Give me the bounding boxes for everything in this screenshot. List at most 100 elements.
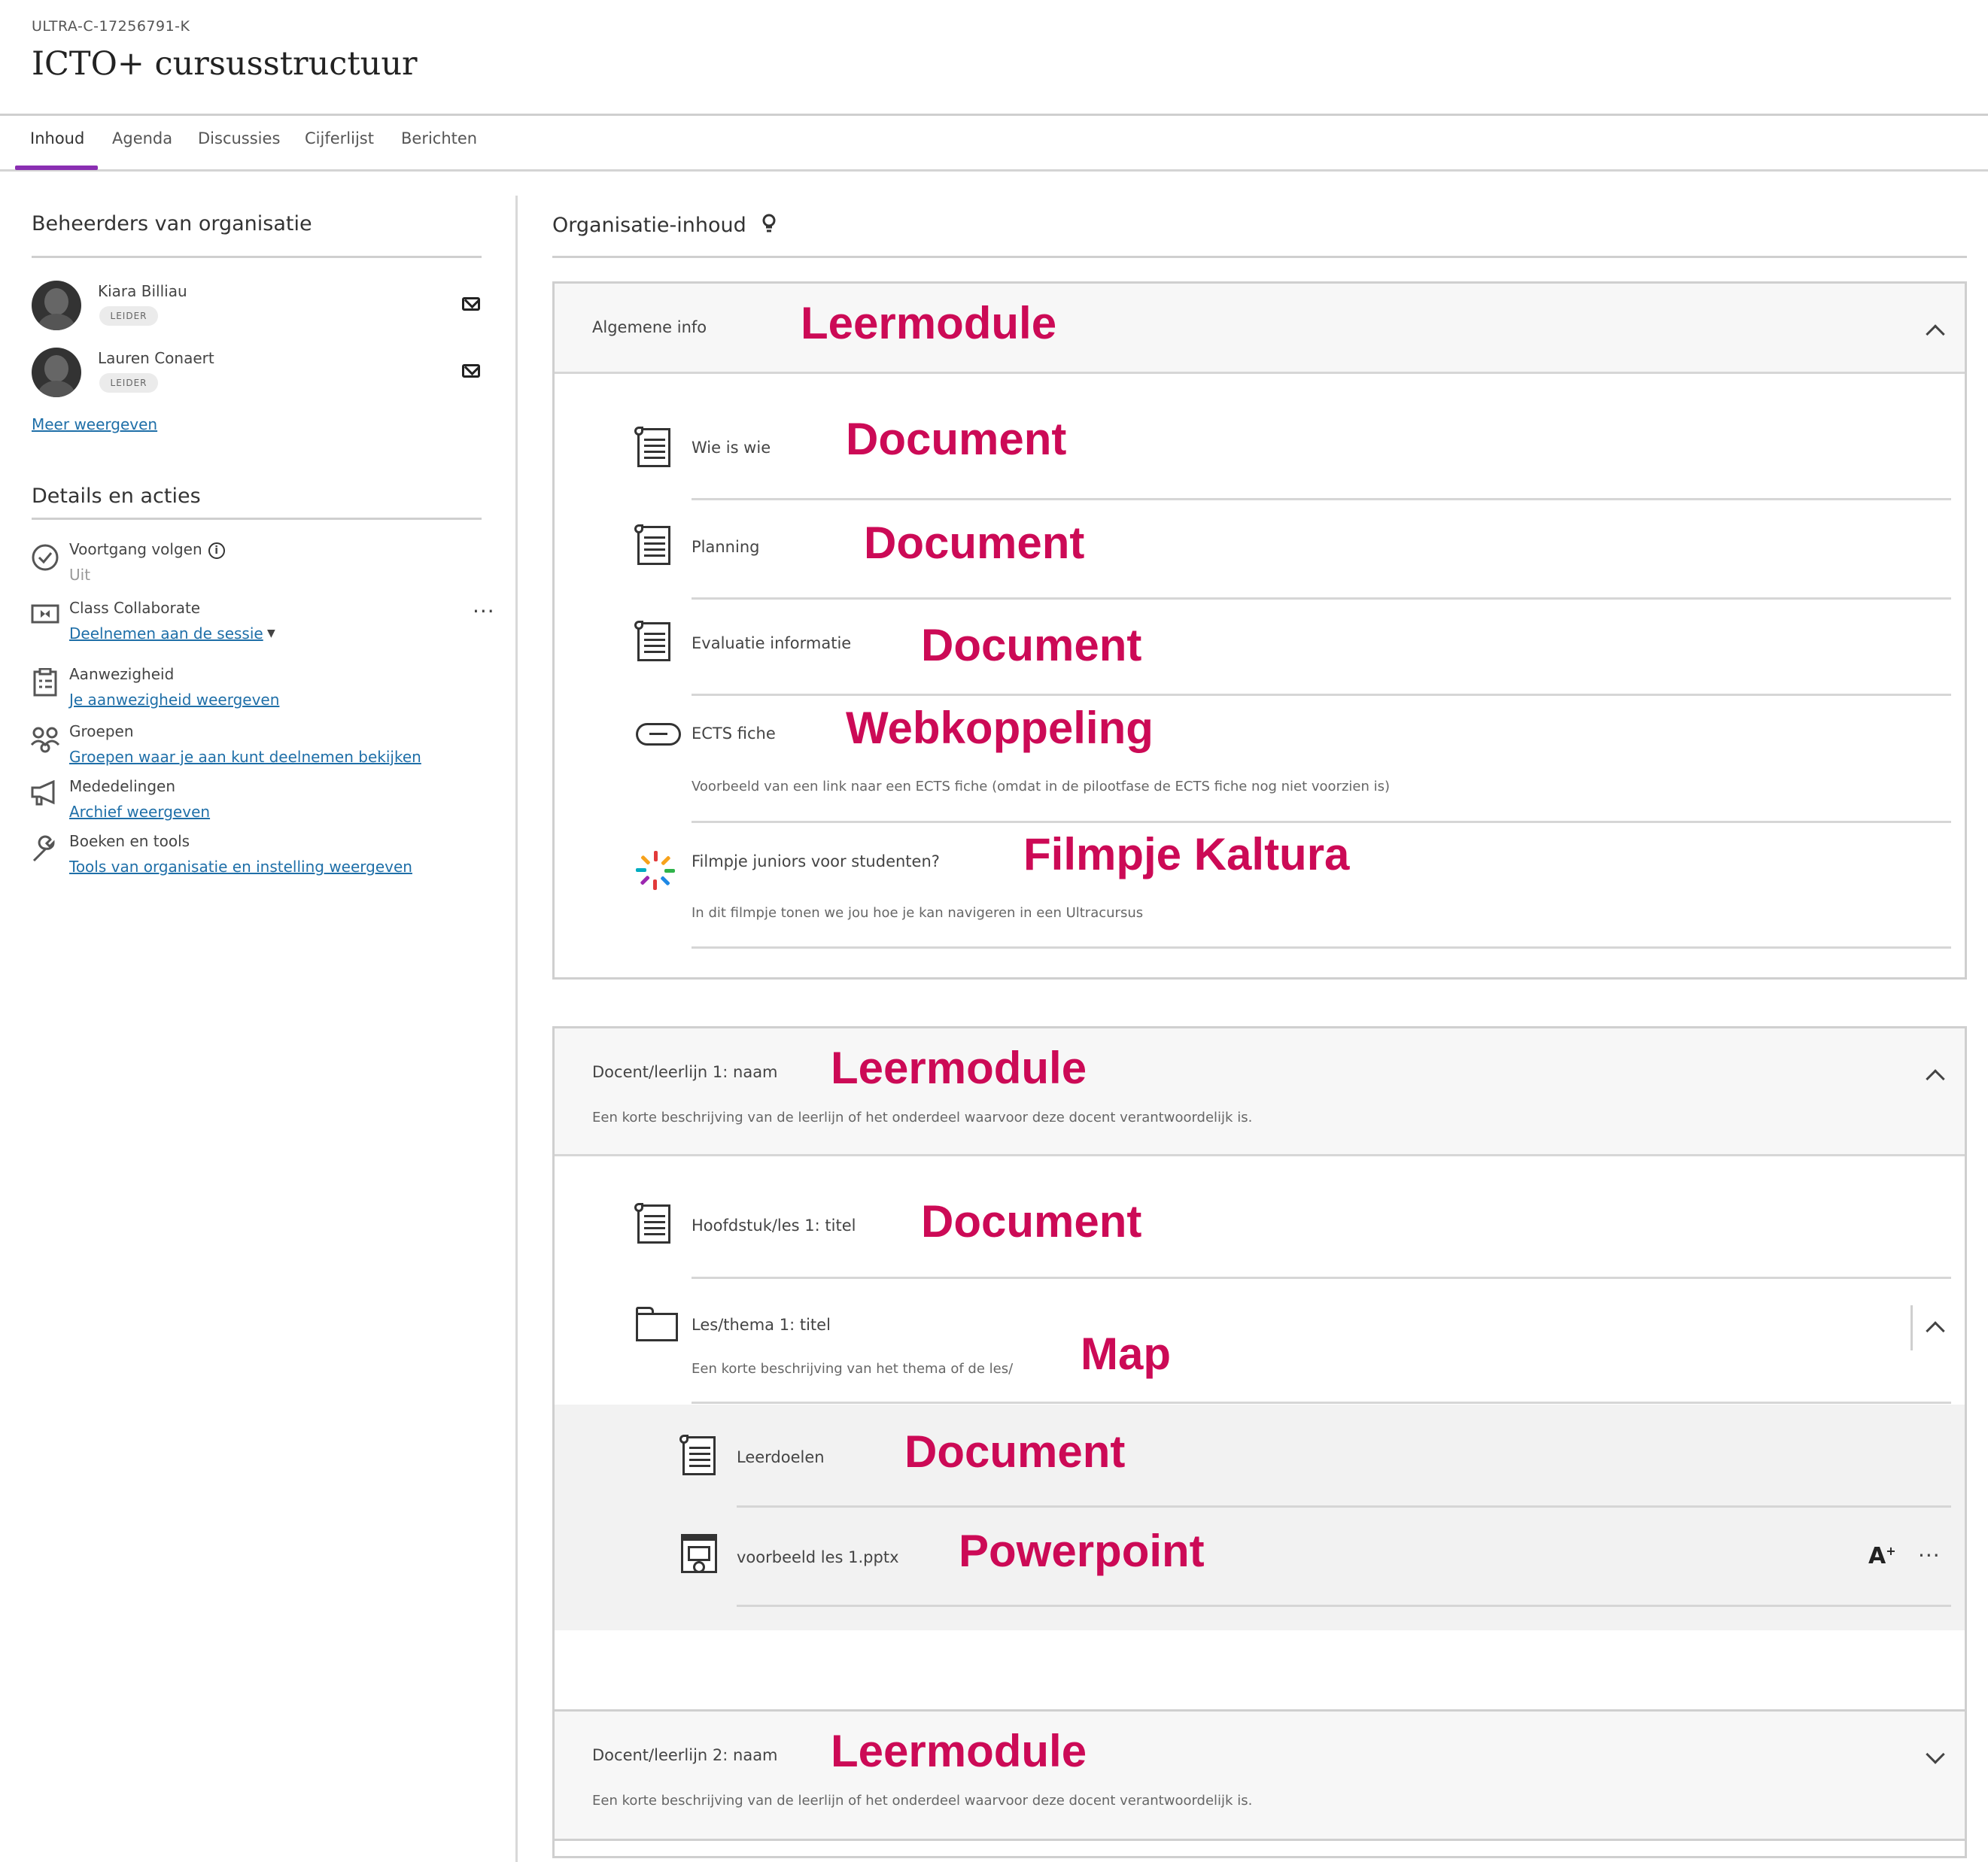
clipboard-icon [30, 667, 60, 698]
item-title[interactable]: Hoofdstuk/les 1: titel [692, 1217, 856, 1235]
divider [737, 1605, 1951, 1607]
course-id: ULTRA-C-17256791-K [32, 18, 190, 35]
divider [737, 1505, 1951, 1508]
admin-name: Kiara Billiau [98, 282, 187, 300]
item-description: Voorbeeld van een link naar een ECTS fic… [692, 779, 1391, 794]
tab-agenda[interactable]: Agenda [112, 129, 172, 172]
item-title[interactable]: Filmpje juniors voor studenten? [692, 852, 940, 870]
detail-label: Aanwezigheid [69, 665, 175, 683]
module-description: Een korte beschrijving van de leerlijn o… [592, 1793, 1253, 1809]
detail-label: Mededelingen [69, 777, 176, 795]
role-badge: LEIDER [99, 306, 158, 326]
accessibility-icon[interactable]: A+ [1868, 1543, 1896, 1569]
folder-contents: Leerdoelen Document voorbeeld les 1.pptx… [555, 1405, 1965, 1630]
tools-link[interactable]: Tools van organisatie en instelling weer… [69, 858, 412, 876]
chevron-down-icon[interactable] [1926, 1745, 1945, 1764]
chevron-up-icon[interactable] [1926, 324, 1945, 344]
admin-name: Lauren Conaert [98, 349, 214, 367]
wrench-icon [30, 835, 60, 865]
sidebar: Beheerders van organisatie Kiara Billiau… [0, 196, 518, 1862]
archive-link[interactable]: Archief weergeven [69, 803, 210, 821]
caret-down-icon[interactable]: ▼ [267, 627, 275, 639]
tab-berichten[interactable]: Berichten [401, 129, 477, 172]
video-icon [30, 602, 60, 632]
divider [1910, 1305, 1913, 1350]
detail-label[interactable]: Voortgang volgen [69, 540, 202, 558]
divider [32, 518, 482, 520]
learning-module: Docent/leerlijn 2: naam Leermodule Een k… [552, 1709, 1967, 1841]
divider [32, 256, 482, 258]
info-icon[interactable]: i [208, 542, 225, 559]
megaphone-icon [30, 779, 60, 810]
folder-icon [636, 1307, 678, 1341]
chevron-up-icon[interactable] [1926, 1069, 1945, 1089]
avatar [32, 281, 81, 330]
module-title[interactable]: Algemene info [592, 318, 707, 336]
detail-label: Groepen [69, 722, 134, 740]
item-title[interactable]: Planning [692, 538, 759, 556]
powerpoint-icon [678, 1532, 723, 1578]
course-header: ULTRA-C-17256791-K ICTO+ cursusstructuur [0, 0, 1988, 116]
annotation-label: Document [904, 1426, 1126, 1477]
join-session-link[interactable]: Deelnemen aan de sessie [69, 624, 263, 642]
tab-cijferlijst[interactable]: Cijferlijst [305, 129, 374, 172]
annotation-label: Leermodule [831, 1726, 1087, 1776]
kaltura-icon [634, 849, 676, 892]
chevron-up-icon[interactable] [1926, 1321, 1945, 1341]
content-title: Organisatie-inhoud [552, 214, 777, 238]
detail-label: Class Collaborate [69, 599, 201, 617]
learning-module: Algemene info Leermodule Wie is wie Docu… [552, 281, 1967, 980]
module-title[interactable]: Docent/leerlijn 2: naam [592, 1746, 778, 1764]
course-title: ICTO+ cursusstructuur [32, 45, 418, 83]
module-header[interactable]: Docent/leerlijn 1: naam Leermodule Een k… [555, 1028, 1965, 1156]
document-icon [634, 621, 673, 663]
annotation-label: Map [1081, 1329, 1171, 1379]
item-title[interactable]: voorbeeld les 1.pptx [737, 1548, 899, 1566]
item-title[interactable]: Wie is wie [692, 439, 771, 457]
item-title[interactable]: Leerdoelen [737, 1448, 825, 1466]
avatar [32, 348, 81, 397]
mail-icon[interactable] [462, 364, 480, 378]
admin-person: Lauren Conaert LEIDER [32, 348, 483, 400]
more-options-icon[interactable]: ··· [1918, 1543, 1941, 1568]
tab-discussies[interactable]: Discussies [198, 129, 280, 172]
details-title: Details en acties [32, 484, 201, 508]
attendance-link[interactable]: Je aanwezigheid weergeven [69, 691, 279, 709]
admins-title: Beheerders van organisatie [32, 212, 312, 235]
detail-value: Uit [69, 566, 91, 584]
mail-icon[interactable] [462, 297, 480, 311]
divider [692, 597, 1951, 600]
content-title-text: Organisatie-inhoud [552, 214, 746, 237]
annotation-label: Document [921, 1196, 1142, 1247]
document-icon [634, 427, 673, 469]
annotation-label: Document [921, 620, 1142, 670]
annotation-label: Document [864, 518, 1085, 568]
detail-label: Boeken en tools [69, 832, 190, 850]
active-tab-indicator [15, 166, 98, 170]
module-header[interactable]: Algemene info Leermodule [555, 284, 1965, 374]
module-description: Een korte beschrijving van de leerlijn o… [592, 1110, 1253, 1125]
divider [692, 694, 1951, 696]
more-admins-link[interactable]: Meer weergeven [32, 415, 157, 433]
module-title[interactable]: Docent/leerlijn 1: naam [592, 1063, 778, 1081]
check-circle-icon [30, 543, 60, 573]
more-options-icon[interactable]: ··· [473, 599, 495, 624]
groups-icon [30, 725, 60, 755]
annotation-label: Powerpoint [959, 1526, 1205, 1576]
divider [692, 821, 1951, 823]
annotation-label: Webkoppeling [846, 703, 1154, 753]
groups-link[interactable]: Groepen waar je aan kunt deelnemen bekij… [69, 748, 421, 766]
module-header[interactable]: Docent/leerlijn 2: naam Leermodule Een k… [555, 1712, 1965, 1839]
link-icon [636, 723, 681, 746]
annotation-label: Document [846, 414, 1067, 464]
document-icon [634, 1203, 673, 1245]
document-icon [679, 1435, 719, 1477]
tab-bar: Inhoud Agenda Discussies Cijferlijst Ber… [0, 116, 1988, 172]
divider [552, 256, 1967, 258]
item-title[interactable]: Les/thema 1: titel [692, 1316, 831, 1334]
divider [692, 498, 1951, 500]
lightbulb-icon[interactable] [761, 214, 777, 238]
item-title[interactable]: Evaluatie informatie [692, 634, 851, 652]
item-title[interactable]: ECTS fiche [692, 724, 776, 743]
annotation-label: Leermodule [801, 298, 1057, 348]
